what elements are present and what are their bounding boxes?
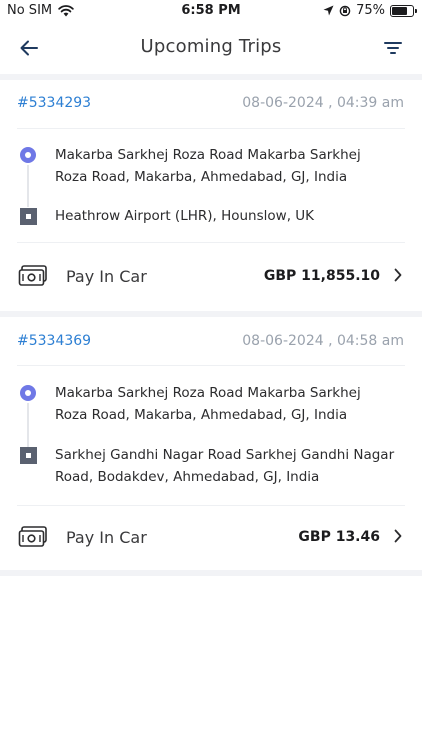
- trip-id[interactable]: #5334369: [17, 333, 91, 349]
- dropoff-address: Heathrow Airport (LHR), Hounslow, UK: [55, 208, 315, 224]
- status-bar: No SIM 6:58 PM 75%: [0, 0, 422, 22]
- payment-row[interactable]: Pay In Car GBP 11,855.10: [0, 257, 422, 297]
- dropoff-marker-icon: [20, 447, 37, 464]
- pickup-marker-icon: [20, 385, 36, 401]
- trip-fare: GBP 13.46: [298, 529, 380, 545]
- trip-id[interactable]: #5334293: [17, 95, 91, 111]
- battery-percent: 75%: [356, 3, 385, 18]
- trip-card[interactable]: #5334369 08-06-2024 , 04:58 am Makarba S…: [0, 317, 422, 571]
- chevron-right-icon: [394, 529, 402, 543]
- filter-button[interactable]: [378, 34, 408, 62]
- divider: [17, 242, 405, 243]
- trip-datetime: 08-06-2024 , 04:39 am: [242, 95, 404, 111]
- pickup-marker-icon: [20, 147, 36, 163]
- dropoff-marker-icon: [20, 208, 37, 225]
- chevron-right-icon: [394, 268, 402, 282]
- location-arrow-icon: [323, 5, 334, 16]
- header: Upcoming Trips: [0, 22, 422, 74]
- page-title: Upcoming Trips: [140, 36, 282, 57]
- battery-icon: [390, 4, 417, 17]
- divider: [17, 365, 405, 366]
- cash-icon: [18, 265, 47, 286]
- route-line: [27, 403, 29, 447]
- rotation-lock-icon: [339, 5, 351, 16]
- divider: [17, 505, 405, 506]
- divider: [17, 128, 405, 129]
- dropoff-address: Sarkhej Gandhi Nagar Road Sarkhej Gandhi…: [55, 447, 395, 485]
- trip-card[interactable]: #5334293 08-06-2024 , 04:39 am Makarba S…: [0, 80, 422, 312]
- payment-method: Pay In Car: [66, 528, 147, 547]
- battery-level: [392, 6, 407, 15]
- payment-row[interactable]: Pay In Car GBP 13.46: [0, 518, 422, 558]
- cash-icon: [18, 526, 47, 547]
- filter-icon: [384, 42, 402, 54]
- status-right: 75%: [323, 3, 417, 18]
- section-separator: [0, 570, 422, 576]
- trip-datetime: 08-06-2024 , 04:58 am: [242, 333, 404, 349]
- pickup-address: Makarba Sarkhej Roza Road Makarba Sarkhe…: [55, 147, 361, 185]
- payment-method: Pay In Car: [66, 267, 147, 286]
- route-line: [27, 165, 29, 207]
- trip-fare: GBP 11,855.10: [263, 268, 380, 284]
- pickup-address: Makarba Sarkhej Roza Road Makarba Sarkhe…: [55, 385, 361, 423]
